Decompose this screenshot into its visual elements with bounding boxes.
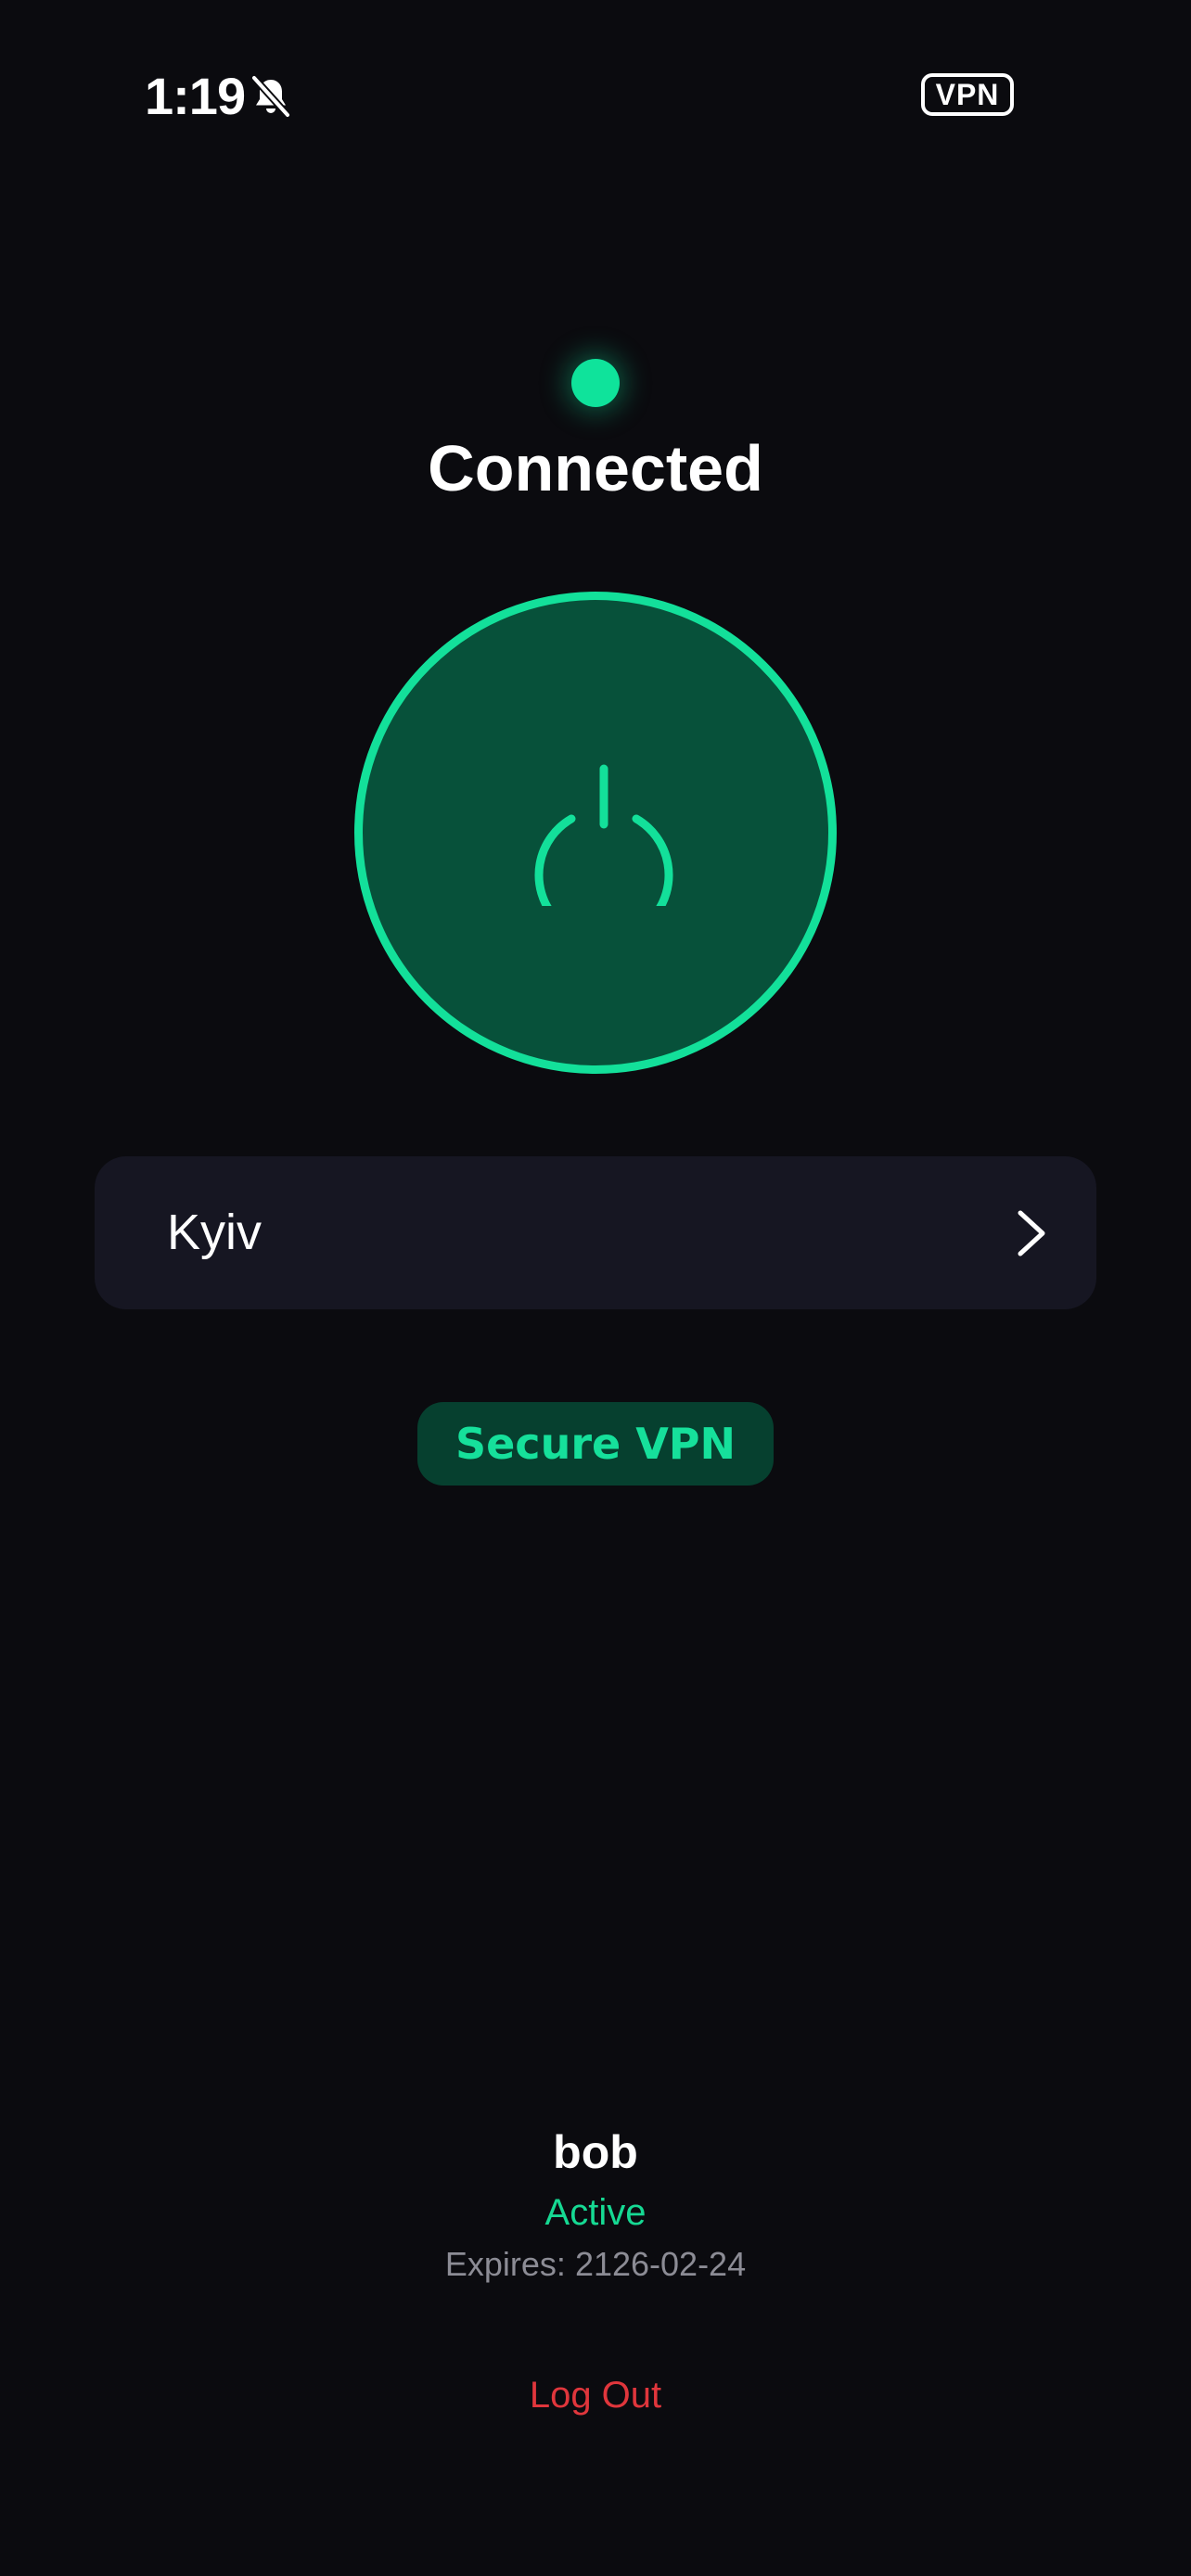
chevron-right-icon [1018, 1210, 1045, 1256]
app-name-badge: Secure VPN [417, 1402, 774, 1486]
power-button[interactable] [354, 592, 837, 1074]
account-username: bob [553, 2126, 638, 2178]
location-name: Kyiv [167, 1205, 263, 1260]
bell-slash-icon [250, 74, 291, 119]
status-bar-time: 1:19 [145, 67, 246, 125]
power-icon [534, 764, 673, 906]
account-status: Active [544, 2192, 647, 2233]
connection-status-title: Connected [428, 432, 763, 504]
logout-button[interactable]: Log Out [456, 2365, 735, 2426]
subscription-expiry: Expires: 2126-02-24 [0, 2242, 1191, 2287]
expires-date: 2126-02-24 [574, 2245, 747, 2283]
vpn-status-badge: VPN [921, 73, 1014, 116]
expires-label: Expires: [444, 2245, 566, 2283]
location-selector[interactable]: Kyiv [95, 1156, 1096, 1309]
connection-indicator-dot [571, 359, 620, 407]
